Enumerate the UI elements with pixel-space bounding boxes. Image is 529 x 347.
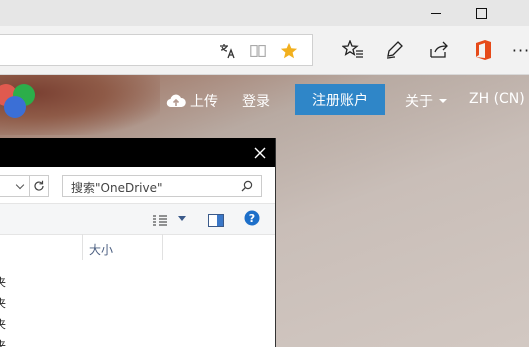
more-icon: ··· [511, 40, 529, 60]
office-icon[interactable] [471, 39, 495, 61]
browser-toolbar: ··· [0, 26, 529, 75]
upload-label: 上传 [190, 94, 218, 110]
view-options-button[interactable] [152, 212, 186, 231]
svg-text:?: ? [249, 212, 255, 225]
help-icon: ? [244, 210, 260, 226]
list-item[interactable]: 夹 [0, 274, 6, 290]
list-item[interactable]: 夹 [0, 337, 6, 347]
site-navbar: 上传 登录 注册账户 关于 ZH (CN) [0, 75, 529, 125]
cloud-upload-icon [166, 94, 186, 108]
search-icon [241, 180, 253, 192]
favorites-hub-icon[interactable] [341, 39, 365, 61]
minimize-button[interactable] [416, 0, 456, 26]
explorer-search-input[interactable]: 搜索"OneDrive" [62, 175, 262, 197]
column-size-header[interactable]: 大小 [89, 241, 113, 258]
list-item[interactable]: 夹 [0, 316, 6, 332]
close-icon [254, 147, 266, 159]
explorer-navbar: 搜索"OneDrive" [0, 167, 275, 202]
help-button[interactable]: ? [244, 210, 260, 230]
details-view-icon [153, 215, 167, 226]
caret-down-icon [178, 216, 186, 221]
register-button[interactable]: 注册账户 [295, 84, 385, 115]
explorer-window: 搜索"OneDrive" ? 大小 夹 夹 夹 夹 [0, 138, 276, 347]
share-icon[interactable] [427, 39, 451, 61]
about-label: 关于 [405, 94, 433, 110]
column-divider[interactable] [162, 234, 163, 260]
preview-pane-button[interactable] [208, 212, 224, 231]
minimize-icon [431, 12, 441, 14]
browser-titlebar [0, 0, 529, 26]
reading-view-icon[interactable] [249, 42, 267, 60]
login-link[interactable]: 登录 [242, 91, 270, 111]
column-divider[interactable] [82, 234, 83, 260]
web-note-pen-icon[interactable] [383, 39, 407, 61]
explorer-column-header: 大小 [0, 234, 275, 262]
language-selector[interactable]: ZH (CN) [469, 91, 525, 107]
more-button[interactable]: ··· [509, 39, 529, 61]
refresh-icon [34, 180, 44, 191]
maximize-button[interactable] [461, 0, 501, 26]
search-placeholder: 搜索"OneDrive" [71, 181, 163, 195]
explorer-titlebar [0, 138, 275, 167]
preview-pane-icon [208, 214, 224, 227]
about-dropdown[interactable]: 关于 [405, 91, 448, 111]
maximize-icon [475, 7, 487, 19]
address-bar[interactable] [0, 34, 313, 66]
explorer-ribbon: ? [0, 203, 275, 235]
path-dropdown[interactable] [0, 175, 30, 197]
web-page: 上传 登录 注册账户 关于 ZH (CN) 搜索"OneDrive" ? 大小 … [0, 75, 529, 347]
site-logo[interactable] [0, 79, 38, 121]
favorite-star-icon[interactable] [280, 42, 298, 60]
translate-icon[interactable] [218, 42, 236, 60]
refresh-button[interactable] [29, 175, 49, 197]
explorer-close-button[interactable] [249, 142, 271, 164]
list-item[interactable]: 夹 [0, 295, 6, 311]
chevron-down-icon [15, 180, 25, 190]
upload-link[interactable]: 上传 [166, 91, 218, 111]
caret-down-icon [439, 99, 448, 103]
